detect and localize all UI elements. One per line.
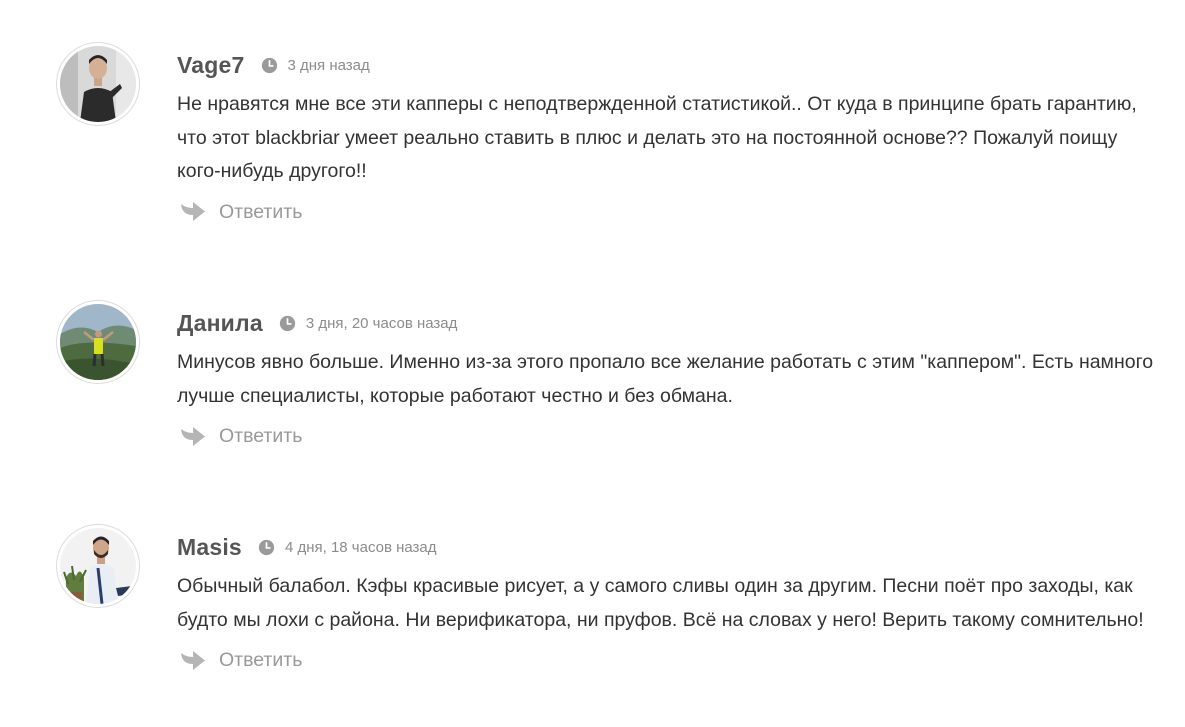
reply-arrow-icon: [181, 202, 205, 221]
reply-button[interactable]: Ответить: [177, 649, 327, 672]
reply-label: Ответить: [219, 649, 303, 671]
avatar[interactable]: [56, 524, 140, 608]
comment-date[interactable]: 3 дня, 20 часов назад: [306, 315, 458, 332]
avatar-photo: [60, 528, 136, 604]
comment-author[interactable]: Vage7: [177, 52, 245, 79]
comment-date[interactable]: 4 дня, 18 часов назад: [285, 539, 437, 556]
clock-icon: [258, 539, 275, 555]
avatar-photo: [60, 46, 136, 122]
reply-label: Ответить: [219, 425, 303, 447]
reply-label: Ответить: [219, 200, 303, 223]
comment-author[interactable]: Данила: [177, 310, 263, 337]
comment-list: Vage7 3 дня назад Не нравятся мне все эт…: [0, 0, 1185, 727]
reply-button[interactable]: Ответить: [177, 425, 327, 448]
reply-arrow-icon: [181, 426, 205, 446]
avatar-photo: [60, 304, 136, 380]
clock-icon: [261, 57, 277, 73]
avatar[interactable]: [56, 42, 140, 126]
comment-text: Минусов явно больше. Именно из-за этого …: [177, 351, 1154, 407]
comment-text: Не нравятся мне все эти капперы с неподт…: [177, 93, 1137, 182]
clock-icon: [279, 315, 295, 331]
reply-arrow-icon: [181, 650, 205, 670]
reply-button[interactable]: Ответить: [177, 201, 327, 224]
comment-date[interactable]: 3 дня назад: [288, 57, 370, 74]
comment-text: Обычный балабол. Кэфы красивые рисует, а…: [177, 575, 1144, 631]
comment-author[interactable]: Masis: [177, 534, 242, 561]
avatar[interactable]: [56, 300, 140, 384]
